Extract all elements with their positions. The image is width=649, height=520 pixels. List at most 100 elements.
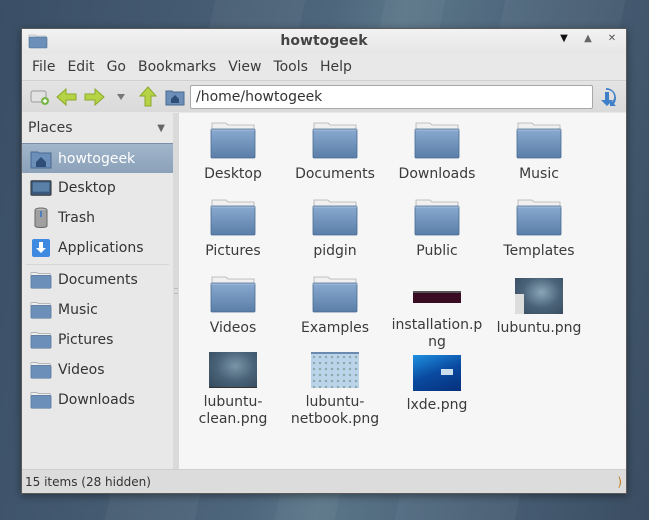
titlebar[interactable]: howtogeek ▼ ▲ ✕ <box>22 29 626 54</box>
file-item[interactable]: installation.p ng <box>386 274 488 351</box>
sidebar-item-label: Desktop <box>58 180 116 196</box>
history-dropdown-button[interactable] <box>109 85 133 109</box>
status-text: 15 items (28 hidden) <box>25 474 151 489</box>
back-arrow-icon <box>56 87 77 106</box>
maximize-button[interactable]: ▲ <box>582 33 594 44</box>
image-thumbnail-icon <box>311 351 359 388</box>
sidebar-item-videos[interactable]: Videos <box>22 355 173 385</box>
back-button[interactable] <box>55 85 79 109</box>
image-thumbnail-icon <box>209 351 257 388</box>
folder-icon <box>311 120 359 160</box>
file-label: pidgin <box>313 243 357 259</box>
file-item[interactable]: lubuntu- netbook.png <box>284 351 386 428</box>
up-arrow-icon <box>138 85 158 106</box>
statusbar: 15 items (28 hidden) ) <box>22 469 626 493</box>
folder-icon <box>30 269 52 291</box>
menu-bookmarks[interactable]: Bookmarks <box>132 59 222 75</box>
chevron-down-icon[interactable]: ▼ <box>157 123 165 134</box>
forward-button[interactable] <box>82 85 106 109</box>
folder-icon <box>515 197 563 237</box>
image-thumbnail-icon <box>413 351 461 391</box>
up-button[interactable] <box>136 85 160 109</box>
folder-icon <box>30 329 52 351</box>
folder-icon <box>515 120 563 160</box>
file-label: lubuntu- netbook.png <box>290 394 380 427</box>
minimize-button[interactable]: ▼ <box>558 33 570 44</box>
menu-file[interactable]: File <box>26 59 61 75</box>
sidebar: Places ▼ howtogeek Desktop Trash Applica… <box>22 113 173 469</box>
folder-icon <box>209 197 257 237</box>
file-label: installation.p ng <box>391 317 483 350</box>
folder-item[interactable]: Music <box>488 120 590 197</box>
file-manager-window: howtogeek ▼ ▲ ✕ File Edit Go Bookmarks V… <box>21 28 627 494</box>
file-item[interactable]: lxde.png <box>386 351 488 428</box>
folder-icon <box>311 197 359 237</box>
folder-item[interactable]: Documents <box>284 120 386 197</box>
sidebar-item-pictures[interactable]: Pictures <box>22 325 173 355</box>
menu-help[interactable]: Help <box>314 59 358 75</box>
file-label: Public <box>416 243 458 259</box>
file-grid: Desktop Documents Downloads Music Pictures pi… <box>182 120 590 428</box>
file-label: Pictures <box>205 243 261 259</box>
sidebar-item-howtogeek[interactable]: howtogeek <box>22 143 173 173</box>
sidebar-item-label: Documents <box>58 272 138 288</box>
menu-go[interactable]: Go <box>101 59 132 75</box>
file-label: Videos <box>209 320 257 336</box>
folder-item[interactable]: Templates <box>488 197 590 274</box>
home-button[interactable] <box>163 85 187 109</box>
sidebar-item-label: Trash <box>58 210 95 226</box>
menubar: File Edit Go Bookmarks View Tools Help <box>22 54 626 80</box>
file-label: Downloads <box>398 166 476 182</box>
sidebar-item-downloads[interactable]: Downloads <box>22 385 173 415</box>
menu-tools[interactable]: Tools <box>267 59 314 75</box>
file-label: Music <box>519 166 559 182</box>
new-tab-button[interactable] <box>28 85 52 109</box>
file-label: Templates <box>503 243 575 259</box>
sidebar-item-applications[interactable]: Applications <box>22 233 173 263</box>
sidebar-item-music[interactable]: Music <box>22 295 173 325</box>
folder-icon <box>30 389 52 411</box>
sidebar-item-label: Music <box>58 302 98 318</box>
menu-view[interactable]: View <box>222 59 267 75</box>
desktop-icon <box>30 177 52 199</box>
applications-icon <box>30 237 52 259</box>
folder-icon <box>30 299 52 321</box>
file-label: Desktop <box>204 166 262 182</box>
folder-icon <box>311 274 359 314</box>
menu-edit[interactable]: Edit <box>61 59 100 75</box>
file-item[interactable]: lubuntu- clean.png <box>182 351 284 428</box>
path-input[interactable] <box>190 85 593 109</box>
sidebar-item-trash[interactable]: Trash <box>22 203 173 233</box>
folder-item[interactable]: pidgin <box>284 197 386 274</box>
folder-item[interactable]: Downloads <box>386 120 488 197</box>
file-label: Documents <box>295 166 375 182</box>
folder-item[interactable]: Desktop <box>182 120 284 197</box>
toolbar <box>22 80 626 112</box>
sidebar-item-label: howtogeek <box>58 150 136 167</box>
window-title: howtogeek <box>280 33 368 49</box>
forward-arrow-icon <box>84 87 105 106</box>
folder-icon <box>413 197 461 237</box>
folder-item[interactable]: Videos <box>182 274 284 351</box>
status-right: ) <box>617 474 622 489</box>
folder-icon <box>30 359 52 381</box>
file-label: lubuntu.png <box>496 320 582 336</box>
sidebar-item-documents[interactable]: Documents <box>22 265 173 295</box>
folder-icon <box>209 274 257 314</box>
file-label: lubuntu- clean.png <box>198 394 268 427</box>
folder-item[interactable]: Public <box>386 197 488 274</box>
splitter-grip[interactable] <box>174 288 178 294</box>
go-arrow-icon <box>601 88 616 106</box>
sidebar-item-label: Videos <box>58 362 105 378</box>
sidebar-item-label: Applications <box>58 240 144 256</box>
file-label: lxde.png <box>406 397 468 413</box>
go-button[interactable] <box>595 85 619 109</box>
home-folder-icon <box>30 148 52 170</box>
close-button[interactable]: ✕ <box>606 33 618 44</box>
sidebar-item-desktop[interactable]: Desktop <box>22 173 173 203</box>
folder-item[interactable]: Pictures <box>182 197 284 274</box>
file-item[interactable]: lubuntu.png <box>488 274 590 351</box>
history-dropdown-icon <box>117 93 125 100</box>
places-header[interactable]: Places ▼ <box>22 113 173 143</box>
folder-item[interactable]: Examples <box>284 274 386 351</box>
